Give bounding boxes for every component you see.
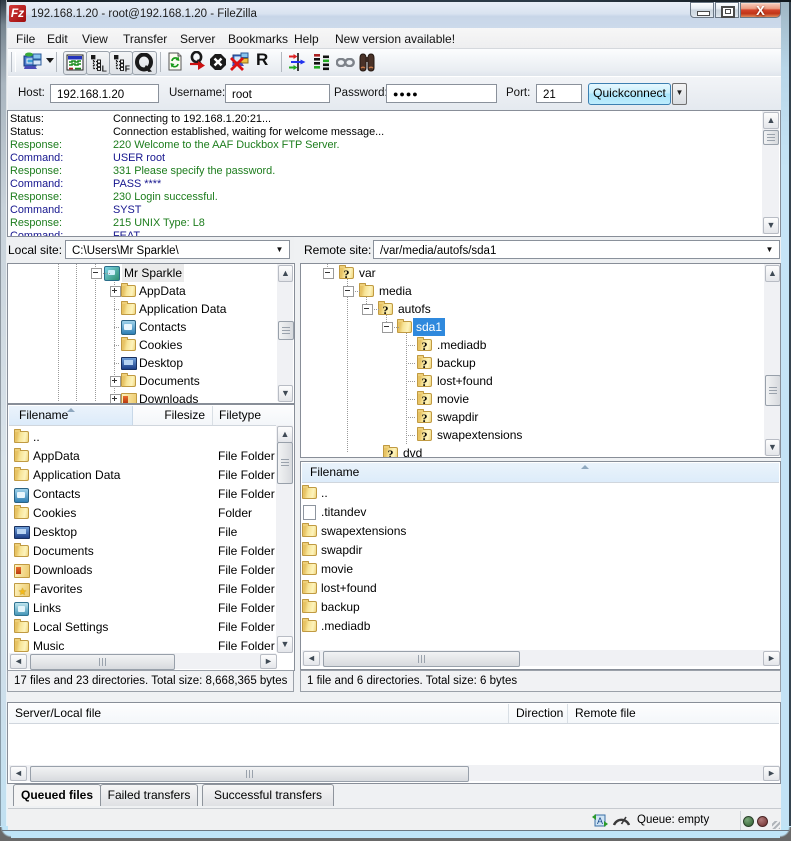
svg-text:F: F [125,64,130,74]
svg-text:L: L [102,64,107,74]
svg-text:A: A [597,816,603,826]
